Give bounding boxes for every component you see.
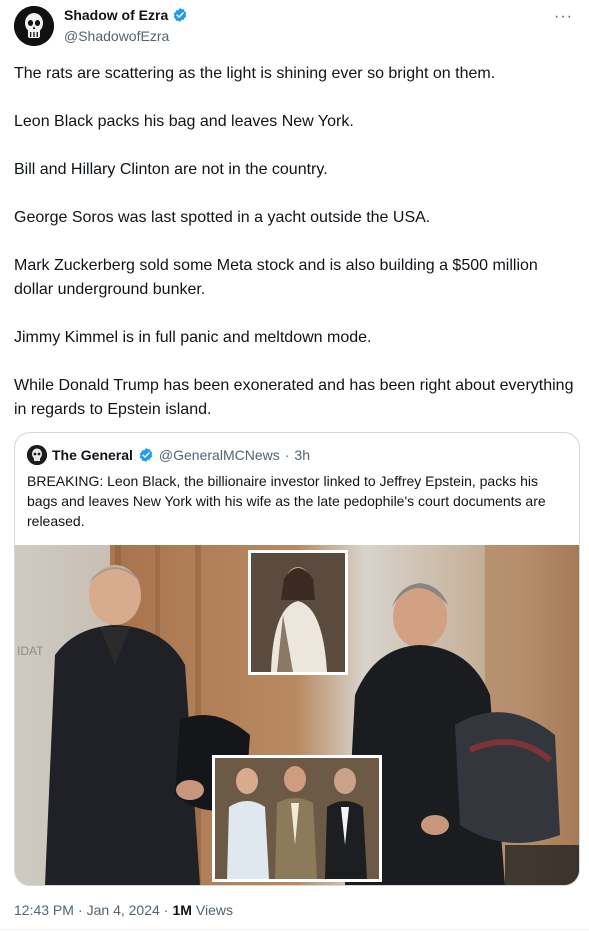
skull-icon: [27, 445, 47, 465]
tweet-text: The rats are scattering as the light is …: [14, 62, 574, 446]
quoted-author-handle[interactable]: @GeneralMCNews: [159, 447, 280, 463]
verified-badge-icon: [139, 448, 153, 462]
author-avatar[interactable]: [14, 6, 54, 46]
author-name[interactable]: Shadow of Ezra: [64, 7, 168, 23]
tweet-paragraph: The rats are scattering as the light is …: [14, 65, 496, 82]
tweet-paragraph: Mark Zuckerberg sold some Meta stock and…: [14, 257, 538, 298]
separator-dot: ·: [284, 447, 290, 463]
tweet-paragraph: Jimmy Kimmel is in full panic and meltdo…: [14, 329, 372, 346]
divider: [0, 929, 589, 930]
tweet-paragraph: George Soros was last spotted in a yacht…: [14, 209, 431, 226]
news-photo-collage: IDAT: [15, 545, 579, 885]
views-count: 1M: [172, 902, 192, 918]
tweet-paragraph: While Donald Trump has been exonerated a…: [14, 377, 574, 418]
quoted-timestamp[interactable]: 3h: [294, 447, 310, 463]
more-options-icon[interactable]: ···: [554, 8, 573, 26]
tweet-meta: 12:43 PM · Jan 4, 2024 · 1M Views: [14, 902, 233, 918]
author-handle[interactable]: @ShadowofEzra: [64, 28, 169, 44]
quoted-tweet[interactable]: The General @GeneralMCNews · 3h BREAKING…: [14, 432, 580, 886]
quoted-avatar[interactable]: [27, 445, 47, 465]
quoted-header: The General @GeneralMCNews · 3h: [27, 445, 310, 465]
quoted-photo[interactable]: IDAT: [15, 545, 579, 885]
separator-dot: ·: [163, 902, 169, 918]
post-date[interactable]: Jan 4, 2024: [87, 902, 160, 918]
views-label: Views: [195, 902, 233, 918]
separator-dot: ·: [77, 902, 83, 918]
tweet: Shadow of Ezra @ShadowofEzra ··· The rat…: [0, 0, 589, 932]
tweet-paragraph: Leon Black packs his bag and leaves New …: [14, 113, 354, 130]
author-name-row: Shadow of Ezra: [64, 7, 188, 23]
quoted-author-name[interactable]: The General: [52, 447, 133, 463]
quoted-text: BREAKING: Leon Black, the billionaire in…: [27, 473, 546, 529]
verified-badge-icon: [173, 8, 187, 22]
skull-icon: [14, 6, 54, 46]
sign-text: IDAT: [17, 644, 44, 658]
post-time[interactable]: 12:43 PM: [14, 902, 74, 918]
tweet-paragraph: Bill and Hillary Clinton are not in the …: [14, 161, 328, 178]
